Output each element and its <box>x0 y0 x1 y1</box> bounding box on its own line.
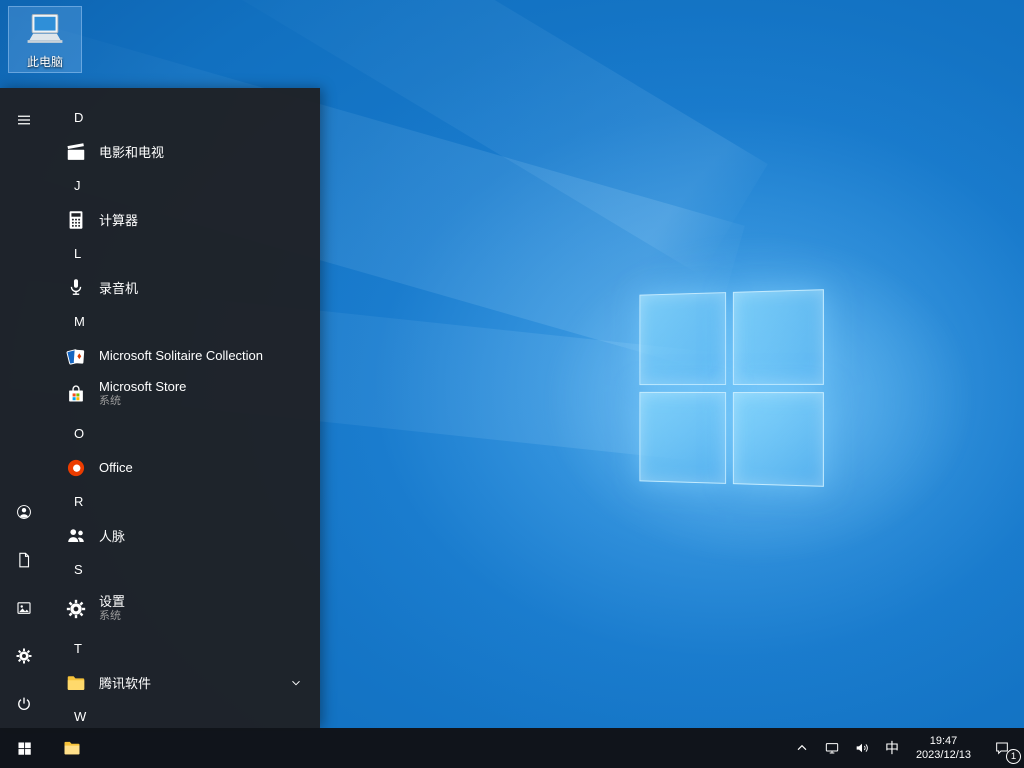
chevron-down-icon <box>290 677 302 689</box>
chevron-up-icon <box>797 744 807 751</box>
start-menu-app-list: D 电影和电视 J 计算器 L 录音机 M Microsoft Solitair… <box>48 88 320 728</box>
network-icon <box>825 743 839 754</box>
start-section-letter-l[interactable]: L <box>48 236 320 271</box>
office-icon <box>64 456 88 480</box>
speaker-icon <box>856 743 868 753</box>
app-label: 设置 <box>99 594 126 609</box>
desktop-icon-this-pc[interactable]: 此电脑 <box>8 6 82 73</box>
app-label: Microsoft Store <box>99 379 187 394</box>
desktop-icon-label: 此电脑 <box>26 55 63 69</box>
section-letter-label: S <box>74 562 83 577</box>
power-icon <box>18 697 30 710</box>
app-label: 人脉 <box>99 529 126 544</box>
action-center-button[interactable]: 1 <box>980 728 1024 768</box>
section-letter-label: M <box>74 314 85 329</box>
app-item-settings[interactable]: 设置 系统 <box>48 587 320 631</box>
section-letter-label: D <box>74 110 84 125</box>
app-label: 录音机 <box>99 281 139 296</box>
app-item-voice-recorder[interactable]: 录音机 <box>48 271 320 304</box>
tray-overflow-button[interactable] <box>787 728 817 768</box>
section-letter-label: R <box>74 494 84 509</box>
windows-logo <box>639 289 824 487</box>
section-letter-label: O <box>74 426 85 441</box>
file-explorer-button[interactable] <box>48 728 96 768</box>
ime-indicator[interactable]: 中 <box>877 728 907 768</box>
clock-time: 19:47 <box>929 735 958 747</box>
start-button[interactable] <box>0 728 48 768</box>
pictures-button[interactable] <box>0 584 48 632</box>
app-label: 腾讯软件 <box>99 676 152 691</box>
app-sublabel: 系统 <box>99 610 121 622</box>
start-section-letter-m[interactable]: M <box>48 304 320 339</box>
app-label: 计算器 <box>99 213 139 228</box>
app-item-people[interactable]: 人脉 <box>48 519 320 552</box>
app-item-microsoft-store[interactable]: Microsoft Store 系统 <box>48 372 320 416</box>
solitaire-icon <box>64 344 88 368</box>
windows-start-icon <box>17 741 31 755</box>
user-account-button[interactable] <box>0 488 48 536</box>
hamburger-icon <box>18 115 30 125</box>
folder-icon <box>64 671 88 695</box>
start-section-letter-t[interactable]: T <box>48 631 320 666</box>
gear-icon <box>16 648 32 664</box>
app-item-office[interactable]: Office <box>48 451 320 484</box>
network-status-button[interactable] <box>817 728 847 768</box>
settings-button[interactable] <box>0 632 48 680</box>
app-item-calculator[interactable]: 计算器 <box>48 203 320 236</box>
windows-logo-pane <box>639 391 726 484</box>
user-icon <box>17 505 31 519</box>
clock-date: 2023/12/13 <box>915 749 971 761</box>
volume-button[interactable] <box>847 728 877 768</box>
section-letter-label: L <box>74 246 82 261</box>
start-section-letter-o[interactable]: O <box>48 416 320 451</box>
pictures-icon <box>17 602 31 614</box>
app-item-movies-tv[interactable]: 电影和电视 <box>48 135 320 168</box>
app-text: 设置 系统 <box>99 594 125 624</box>
start-section-letter-s[interactable]: S <box>48 552 320 587</box>
store-icon <box>64 382 88 406</box>
app-label: Office <box>99 460 133 475</box>
movies-tv-icon <box>64 140 88 164</box>
taskbar: 中 19:47 2023/12/13 1 <box>0 728 1024 768</box>
rail-spacer <box>0 140 48 488</box>
app-item-solitaire[interactable]: Microsoft Solitaire Collection <box>48 339 320 372</box>
calculator-icon <box>64 208 88 232</box>
documents-button[interactable] <box>0 536 48 584</box>
start-section-letter-d[interactable]: D <box>48 100 320 135</box>
app-sublabel: 系统 <box>99 395 121 407</box>
section-letter-label: T <box>74 641 82 656</box>
taskbar-clock[interactable]: 19:47 2023/12/13 <box>907 728 980 768</box>
notification-badge: 1 <box>1006 749 1021 764</box>
windows-logo-pane <box>732 391 824 487</box>
this-pc-icon <box>27 14 63 43</box>
app-label: Microsoft Solitaire Collection <box>99 348 264 363</box>
app-label: 电影和电视 <box>99 145 165 160</box>
settings-icon <box>64 597 88 621</box>
windows-logo-pane <box>639 292 726 385</box>
voice-recorder-icon <box>64 276 88 300</box>
desktop: 此电脑 D 电影和电视 J 计算器 L 录音机 M Microsoft Soli… <box>0 0 1024 768</box>
people-icon <box>64 524 88 548</box>
app-item-tencent-folder[interactable]: 腾讯软件 <box>48 666 320 699</box>
section-letter-label: W <box>74 709 87 724</box>
start-section-letter-w[interactable]: W <box>48 699 320 728</box>
system-tray: 中 19:47 2023/12/13 1 <box>787 728 1024 768</box>
start-menu-rail <box>0 88 48 728</box>
expand-start-menu-button[interactable] <box>0 100 48 140</box>
section-letter-label: J <box>74 178 81 193</box>
document-icon <box>19 552 30 568</box>
windows-logo-pane <box>732 289 824 385</box>
app-text: Microsoft Store 系统 <box>99 379 186 409</box>
power-button[interactable] <box>0 680 48 728</box>
start-section-letter-j[interactable]: J <box>48 168 320 203</box>
start-menu: D 电影和电视 J 计算器 L 录音机 M Microsoft Solitair… <box>0 88 320 728</box>
file-explorer-icon <box>64 741 80 755</box>
start-section-letter-r[interactable]: R <box>48 484 320 519</box>
